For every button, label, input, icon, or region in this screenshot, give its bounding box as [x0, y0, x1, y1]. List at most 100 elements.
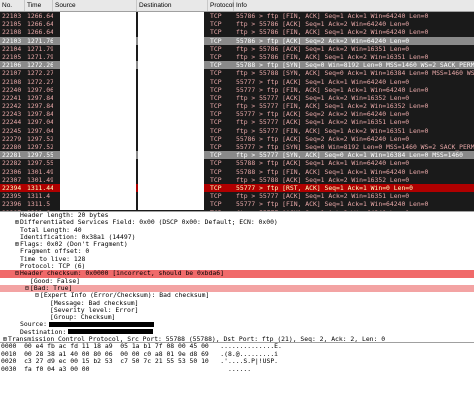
packet-cell-proto: TCP	[210, 134, 222, 143]
packet-cell-no: 22104	[2, 44, 22, 53]
packet-cell-info: ftp > 55777 [ACK] Seq=1 Ack=2 Win=16351 …	[236, 118, 410, 127]
packet-cell-info: ftp > 55777 [FIN, ACK] Seq=1 Ack=2 Win=1…	[236, 102, 429, 111]
packet-cell-proto: TCP	[210, 183, 222, 192]
detail-text: [Message: Bad checksum]	[50, 299, 139, 307]
detail-line[interactable]: ⊞Flags: 0x02 (Don't Fragment)	[0, 241, 474, 248]
detail-line[interactable]: ⊟Header checksum: 0x0000 [incorrect, sho…	[0, 270, 474, 278]
packet-cell-time: 1301.49040	[27, 167, 53, 176]
packet-cell-no: 22103	[2, 36, 22, 45]
detail-text: Header length: 20 bytes	[20, 212, 109, 219]
packet-cell-time: 1272.27093	[27, 69, 53, 78]
packet-cell-time: 1271.79456	[27, 44, 53, 53]
hex-row: 0030 fa f0 04 a3 00 00 ......	[1, 364, 252, 373]
packet-cell-proto: TCP	[210, 143, 222, 151]
packet-cell-time: 1297.55839	[27, 159, 53, 168]
detail-line[interactable]: [Good: False]	[0, 278, 474, 285]
packet-cell-info: 55788 > ftp [FIN, ACK] Seq=1 Ack=1 Win=6…	[236, 167, 429, 176]
packet-cell-no: 22281	[2, 151, 22, 160]
detail-line[interactable]: Header length: 20 bytes	[0, 212, 474, 219]
packet-cell-info: ftp > 55777 [ACK] Seq=1 Ack=2 Win=16352 …	[236, 93, 410, 102]
detail-line[interactable]: Source:	[0, 321, 474, 328]
packet-cell-time: 1311.5	[27, 200, 51, 209]
column-header-protocol[interactable]: Protocol	[208, 0, 234, 11]
column-header-time[interactable]: Time	[25, 0, 53, 11]
detail-line[interactable]: Destination:	[0, 329, 474, 336]
packet-cell-time: 1311.44428	[27, 183, 53, 192]
packet-cell-proto: TCP	[210, 44, 222, 53]
detail-text: [Bad: True]	[30, 284, 73, 292]
detail-text: Source:	[20, 321, 47, 329]
packet-cell-info: 55777 > ftp [FIN, ACK] Seq=1 Ack=1 Win=6…	[236, 200, 429, 209]
detail-line[interactable]: ⊞Differentiated Services Field: 0x00 (DS…	[0, 219, 474, 226]
detail-line[interactable]: Total Length: 40	[0, 227, 474, 234]
packet-cell-no: 22245	[2, 126, 22, 135]
packet-cell-info: 55777 > ftp [ACK] Seq=2 Ack=2 Win=64240 …	[236, 110, 410, 119]
packet-cell-info: ftp > 55777 [ACK] Seq=1 Ack=2 Win=16351 …	[236, 192, 410, 201]
packet-cell-no: 22240	[2, 85, 22, 94]
packet-cell-proto: TCP	[210, 151, 222, 160]
detail-line[interactable]: ⊟[Expert Info (Error/Checksum): Bad chec…	[0, 292, 474, 299]
packet-cell-time: 1297.04556	[27, 126, 53, 135]
detail-line[interactable]: ⊟[Bad: True]	[0, 284, 474, 293]
packet-cell-proto: TCP	[210, 61, 222, 70]
detail-text: Protocol: TCP (6)	[20, 263, 86, 271]
packet-cell-no: 22244	[2, 118, 22, 127]
packet-cell-time: 1301.49243	[27, 175, 53, 184]
detail-line[interactable]: [Group: Checksum]	[0, 314, 474, 321]
detail-line[interactable]: Identification: 0x38a1 (14497)	[0, 234, 474, 241]
packet-cell-no: 22282	[2, 159, 22, 168]
packet-cell-proto: TCP	[210, 102, 222, 111]
detail-text: Total Length: 40	[20, 226, 82, 234]
packet-cell-no: 22306	[2, 167, 22, 176]
packet-cell-no: 22241	[2, 93, 22, 102]
packet-cell-info: 55786 > ftp [FIN, ACK] Seq=1 Ack=1 Win=6…	[236, 12, 429, 20]
column-header-destination[interactable]: Destination	[137, 0, 208, 11]
packet-cell-no: 22279	[2, 134, 22, 143]
hex-dump-pane[interactable]: 0000 00 e4 fb ac fd 11 18 a9 05 1a b1 7f…	[0, 342, 474, 404]
detail-line[interactable]: [Severity level: Error]	[0, 307, 474, 314]
packet-cell-proto: TCP	[210, 175, 222, 184]
packet-cell-no: 22395	[2, 192, 22, 201]
packet-cell-proto: TCP	[210, 77, 222, 86]
packet-cell-proto: TCP	[210, 159, 222, 168]
packet-cell-time: 1271.79464	[27, 52, 53, 61]
redaction-destination-col	[138, 12, 197, 210]
packet-cell-no: 22105	[2, 20, 22, 29]
detail-text: [Group: Checksum]	[50, 314, 116, 322]
packet-cell-info: 55777 > ftp [RST, ACK] Seq=1 Ack=1 Win=0…	[236, 183, 413, 192]
packet-cell-no: 22107	[2, 69, 22, 78]
detail-text: Identification: 0x38a1 (14497)	[20, 233, 136, 241]
packet-cell-time: 1311.4	[27, 192, 51, 201]
detail-line[interactable]: [Message: Bad checksum]	[0, 300, 474, 307]
packet-cell-time: 1297.84783	[27, 93, 53, 102]
packet-cell-proto: TCP	[210, 93, 222, 102]
packet-cell-no: 22394	[2, 183, 22, 192]
packet-cell-info: 55777 > ftp [ACK] Seq=1 Ack=1 Win=64240 …	[236, 77, 410, 86]
packet-list-header: No. Time Source Destination Protocol Inf…	[0, 0, 474, 12]
packet-cell-time: 1297.52703	[27, 134, 53, 143]
packet-cell-no: 22108	[2, 28, 22, 37]
detail-text: Time to live: 128	[20, 255, 86, 263]
packet-details-pane[interactable]: Header length: 20 bytes ⊞Differentiated S…	[0, 211, 474, 342]
packet-cell-proto: TCP	[210, 52, 222, 61]
packet-cell-no: 22242	[2, 102, 22, 111]
packet-cell-info: 55786 > ftp [ACK] Seq=2 Ack=2 Win=64240 …	[236, 134, 410, 143]
packet-cell-no: 22280	[2, 143, 22, 151]
packet-cell-info: ftp > 55786 [FIN, ACK] Seq=1 Ack=2 Win=1…	[236, 52, 429, 61]
column-header-info[interactable]: Info	[234, 0, 474, 11]
detail-line[interactable]: Time to live: 128	[0, 256, 474, 263]
packet-cell-info: 55788 > ftp [ACK] Seq=1 Ack=1 Win=64240 …	[236, 159, 410, 168]
packet-cell-time: 1297.06491	[27, 85, 53, 94]
detail-line[interactable]: Protocol: TCP (6)	[0, 263, 474, 270]
packet-cell-proto: TCP	[210, 12, 222, 20]
packet-cell-info: ftp > 55788 [ACK] Seq=1 Ack=2 Win=16352 …	[236, 175, 410, 184]
packet-cell-time: 1297.84764	[27, 102, 53, 111]
packet-cell-time: 1297.04555	[27, 118, 53, 127]
packet-cell-time: 1271.76529	[27, 36, 53, 45]
detail-text: [Good: False]	[30, 277, 81, 285]
column-header-no[interactable]: No.	[0, 0, 25, 11]
redaction-destination	[197, 12, 204, 210]
detail-line[interactable]: Fragment offset: 0	[0, 248, 474, 255]
column-header-source[interactable]: Source	[53, 0, 137, 11]
packet-cell-proto: TCP	[210, 110, 222, 119]
